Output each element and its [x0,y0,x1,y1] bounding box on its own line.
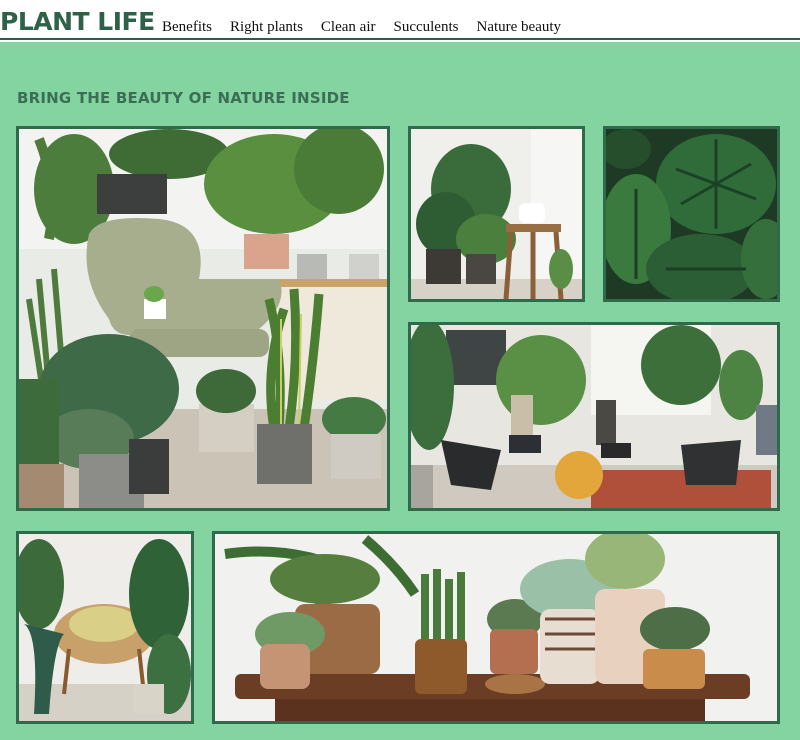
main-content: BRING THE BEAUTY OF NATURE INSIDE [0,42,800,740]
nav-link-right-plants[interactable]: Right plants [230,19,303,36]
rattan-chair-image [19,534,191,721]
photo-office-lounge[interactable] [408,322,780,511]
nav-link-clean-air[interactable]: Clean air [321,19,376,36]
plants-stool-image [411,129,582,299]
photo-plants-stool[interactable] [408,126,585,302]
nav-link-nature-beauty[interactable]: Nature beauty [476,19,561,36]
succulents-table-image [215,534,777,721]
photo-armchair-plants[interactable] [16,126,390,511]
office-lounge-image [411,325,777,508]
page-heading: BRING THE BEAUTY OF NATURE INSIDE [17,89,350,107]
photo-rattan-chair[interactable] [16,531,194,724]
armchair-plants-image [19,129,387,508]
photo-monstera-leaves[interactable] [603,126,780,302]
nav-link-benefits[interactable]: Benefits [162,19,212,36]
top-bar: PLANT LIFE Benefits Right plants Clean a… [0,0,800,40]
main-nav: Benefits Right plants Clean air Succulen… [162,19,561,36]
photo-succulents-table[interactable] [212,531,780,724]
nav-link-succulents[interactable]: Succulents [393,19,458,36]
monstera-leaves-image [606,129,777,299]
site-logo[interactable]: PLANT LIFE [0,7,155,36]
